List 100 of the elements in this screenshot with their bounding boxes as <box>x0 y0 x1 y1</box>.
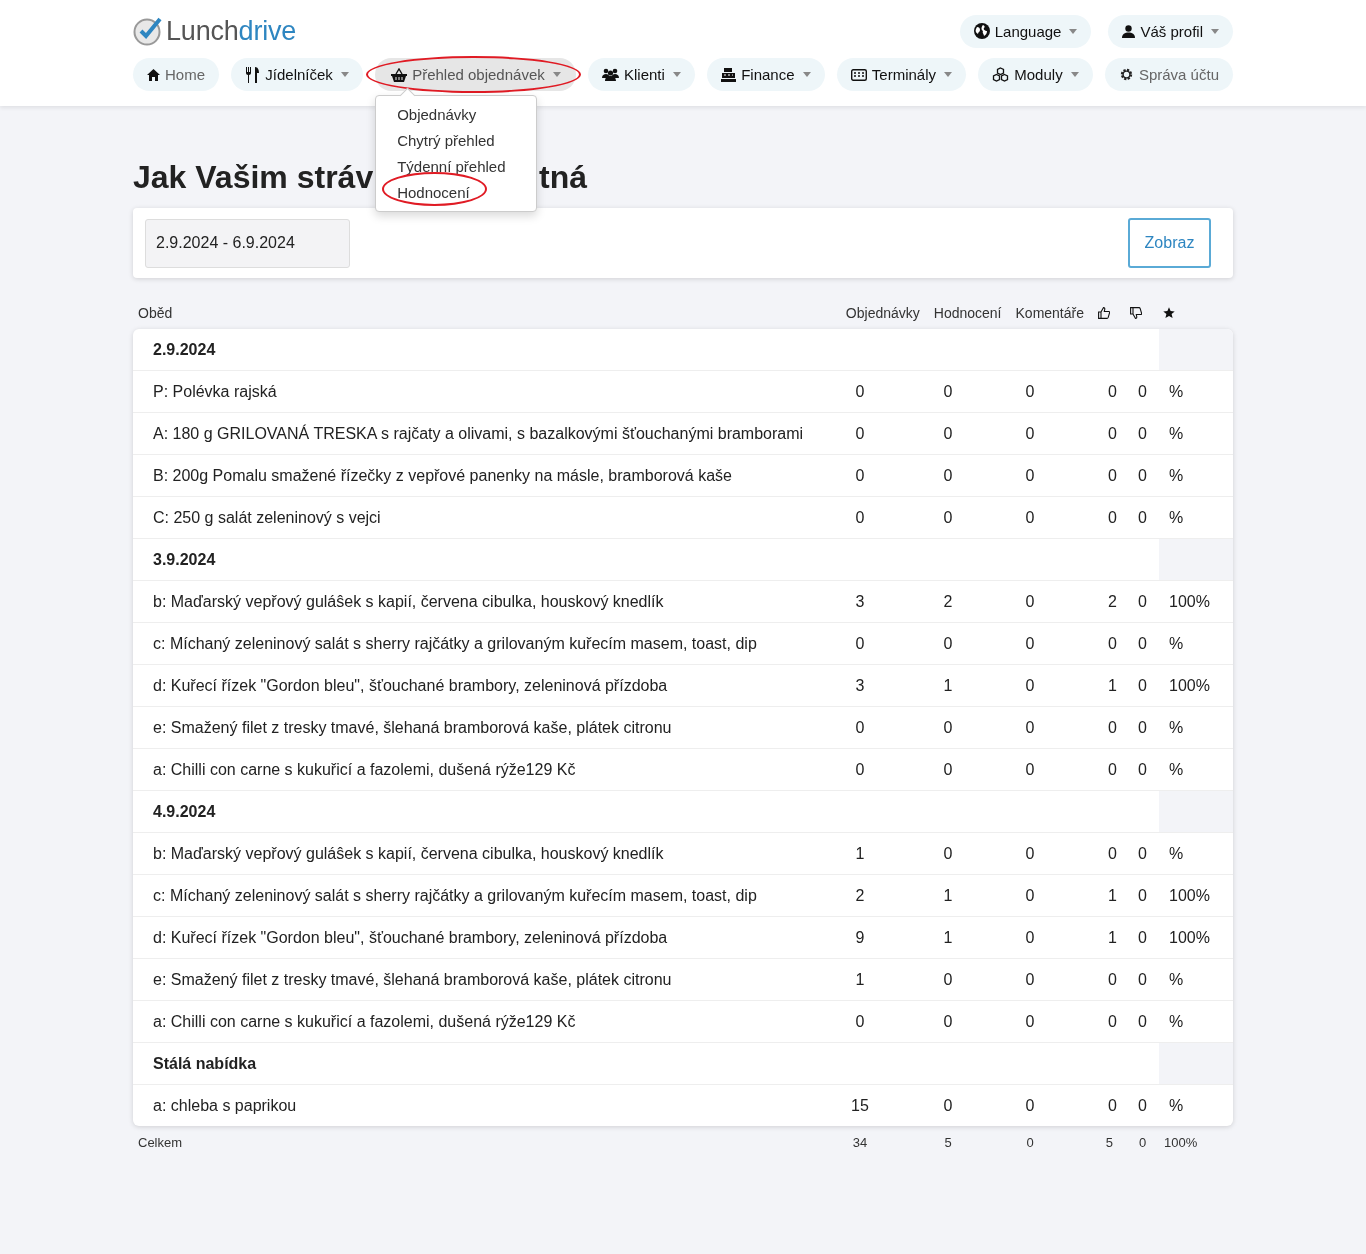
nav-tab[interactable]: Home <box>133 58 219 91</box>
table-cell: % <box>1169 466 1184 484</box>
table-cell: 0 <box>855 718 865 736</box>
table-cell: 0 <box>855 382 865 400</box>
caret-icon <box>552 72 561 77</box>
table-cell: 0 <box>1138 1096 1147 1114</box>
menu-item[interactable]: Chytrý přehled <box>397 131 495 149</box>
keyboard-icon <box>850 68 867 81</box>
table-cell: 0 <box>1025 466 1035 484</box>
table-cell: % <box>1169 424 1184 442</box>
top-menu-button[interactable]: Váš profil <box>1108 14 1233 48</box>
table-cell: 1 <box>1108 886 1117 904</box>
dish-name: a: chleba s paprikou <box>153 1096 297 1114</box>
table-cell: 0 <box>1025 718 1035 736</box>
dish-name: e: Smažený filet z tresky tmavé, šlehaná bramborová kaše, plátek citronu <box>153 970 672 988</box>
date-range-field[interactable]: 2.9.2024 - 6.9.2024 <box>145 218 350 268</box>
dish-name: b: Maďarský vepřový guláŝek s kapií, červena cibulka, houskový knedlík <box>153 592 664 610</box>
table-cell: 0 <box>943 718 953 736</box>
nav-tab[interactable]: Jídelníček <box>231 58 363 91</box>
column-header: Hodnocení <box>933 305 1002 321</box>
dish-name: a: Chilli con carne s kukuřicí a fazolemi, dušená rýže129 Kč <box>153 1012 576 1030</box>
user-icon <box>1122 24 1136 38</box>
table-cell: 0 <box>943 466 953 484</box>
dish-name: a: Chilli con carne s kukuřicí a fazolemi, dušená rýže129 Kč <box>153 760 576 778</box>
table-cell: 0 <box>1138 382 1147 400</box>
nav-tab[interactable]: Terminály <box>836 58 966 91</box>
dish-name: c: Míchaný zeleninový salát s sherry rajčátky a grilovaným kuřecím masem, toast, dip <box>153 634 757 652</box>
table-cell: % <box>1169 718 1184 736</box>
table-cell: 0 <box>855 760 865 778</box>
table-cell: 0 <box>1108 424 1117 442</box>
total-cell: 100% <box>1164 1135 1198 1150</box>
table-cell: 0 <box>1025 634 1035 652</box>
fork-knife-icon <box>245 66 261 83</box>
table-cell: 0 <box>1025 382 1035 400</box>
basket-icon <box>391 67 408 82</box>
table-cell: 0 <box>855 466 865 484</box>
column-header: Objednávky <box>845 305 920 321</box>
logo-text: Lunchdrive <box>166 15 297 47</box>
table-cell: 0 <box>1138 634 1147 652</box>
table-cell: 0 <box>1025 844 1035 862</box>
table-cell: 0 <box>1025 592 1035 610</box>
column-header: Oběd <box>138 305 173 321</box>
table-cell: 1 <box>1108 676 1117 694</box>
table-cell: 0 <box>1138 928 1147 946</box>
table-cell: 0 <box>943 508 953 526</box>
table-cell: 0 <box>1025 970 1035 988</box>
nav-tab[interactable]: Moduly <box>978 58 1093 91</box>
table-cell: 3 <box>855 676 865 694</box>
table-cell: 0 <box>1138 424 1147 442</box>
table-cell: % <box>1169 1096 1184 1114</box>
caret-icon <box>672 72 681 77</box>
table-cell: 0 <box>943 760 953 778</box>
nav-tab[interactable]: Finance <box>707 58 825 91</box>
table-cell: 0 <box>943 1012 953 1030</box>
table-cell: % <box>1169 382 1184 400</box>
table-cell: 9 <box>855 928 865 946</box>
table-cell: 0 <box>1108 1096 1117 1114</box>
table-cell: 0 <box>1138 676 1147 694</box>
dish-name: P: Polévka rajská <box>153 382 277 400</box>
users-icon <box>602 68 619 81</box>
caret-icon <box>1211 28 1219 34</box>
thumbs-up-icon <box>1098 307 1110 319</box>
table-cell: % <box>1169 970 1184 988</box>
table-cell: 0 <box>1108 760 1117 778</box>
nav-tab[interactable]: Přehled objednávek <box>375 58 576 91</box>
total-cell: 0 <box>1026 1135 1034 1150</box>
table-cell: % <box>1169 760 1184 778</box>
dish-name: C: 250 g salát zeleninový s vejci <box>153 508 381 526</box>
table-cell: 0 <box>1138 844 1147 862</box>
table-cell: 0 <box>1025 886 1035 904</box>
table-cell: 0 <box>943 382 953 400</box>
nav-tab[interactable]: Klienti <box>588 58 695 91</box>
top-menu-button[interactable]: Language <box>959 14 1092 48</box>
show-button[interactable]: Zobraz <box>1128 218 1211 268</box>
table-cell: 0 <box>1108 970 1117 988</box>
table-cell: 0 <box>1108 718 1117 736</box>
page-title: tná <box>539 159 587 196</box>
table-cell: 3 <box>855 592 865 610</box>
table-cell: 1 <box>855 970 865 988</box>
nav-tab[interactable]: Správa účtu <box>1104 58 1233 91</box>
table-cell: 0 <box>1138 760 1147 778</box>
page-title: Jak Vašim stráv <box>133 159 374 195</box>
table-cell: 0 <box>1138 970 1147 988</box>
table-cell: 0 <box>1025 676 1035 694</box>
menu-item[interactable]: Objednávky <box>397 105 477 123</box>
column-header: Komentáře <box>1015 305 1084 321</box>
total-cell: 34 <box>852 1135 868 1150</box>
caret-icon <box>1070 72 1079 77</box>
dish-name: e: Smažený filet z tresky tmavé, šlehaná bramborová kaše, plátek citronu <box>153 718 672 736</box>
group-heading: 4.9.2024 <box>153 802 216 820</box>
table-cell: 0 <box>943 844 953 862</box>
table-cell: 0 <box>1138 466 1147 484</box>
total-cell: 5 <box>1105 1135 1113 1150</box>
table-cell: 0 <box>1108 508 1117 526</box>
menu-item[interactable]: Týdenní přehled <box>397 157 506 175</box>
table-cell: 1 <box>1108 928 1117 946</box>
dish-name: B: 200g Pomalu smažené řízečky z vepřové panenky na másle, bramborová kaše <box>153 466 732 484</box>
caret-icon <box>944 72 952 77</box>
dish-name: A: 180 g GRILOVANÁ TRESKA s rajčaty a olivami, s bazalkovými šťouchanými bramborami <box>153 424 804 442</box>
menu-item[interactable]: Hodnocení <box>397 183 470 201</box>
